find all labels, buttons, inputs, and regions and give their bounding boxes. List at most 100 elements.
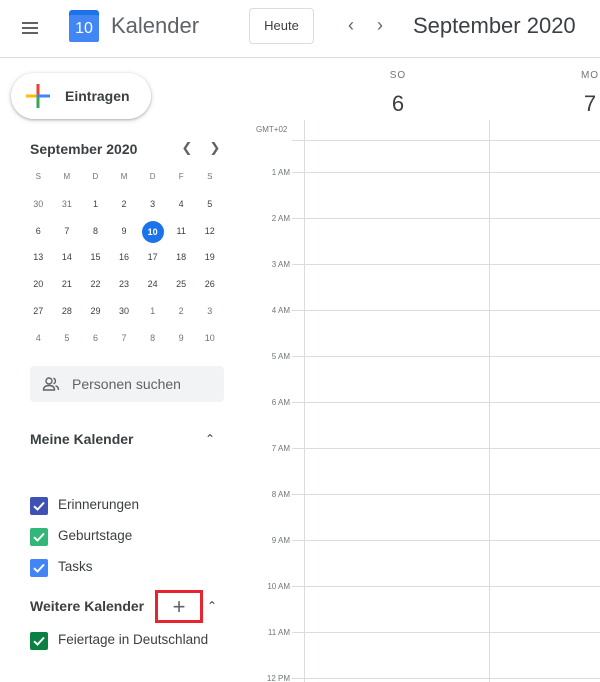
checkbox-checked-icon[interactable] (30, 528, 48, 546)
mini-calendar-day[interactable]: 4 (167, 194, 196, 221)
hour-gridline (292, 356, 600, 357)
create-event-button[interactable]: Eintragen (11, 73, 151, 119)
hour-label: 8 AM (271, 490, 290, 499)
mini-calendar-week: 6 7 8 9 10 11 12 (24, 220, 224, 248)
mini-calendar-day[interactable]: 21 (53, 274, 82, 301)
hour-label: 6 AM (271, 398, 290, 407)
mini-calendar-day[interactable]: 16 (110, 247, 139, 274)
main-menu-icon[interactable] (19, 15, 45, 41)
hour-gridline (292, 448, 600, 449)
hour-label: 9 AM (271, 536, 290, 545)
hour-gridline (292, 172, 600, 173)
people-search-input[interactable]: Personen suchen (30, 366, 224, 402)
mini-calendar-today[interactable]: 10 (138, 220, 167, 248)
hour-label: 10 AM (267, 582, 290, 591)
allday-divider (292, 140, 600, 141)
mini-calendar-day[interactable]: 2 (167, 301, 196, 328)
mini-calendar-day[interactable]: 20 (24, 274, 53, 301)
weekday-label: M (120, 172, 128, 181)
calendar-label: Feiertage in Deutschland (58, 632, 209, 647)
mini-calendar-day[interactable]: 7 (110, 328, 139, 355)
mini-calendar-day[interactable]: 17 (138, 247, 167, 274)
day-number[interactable]: 6 (370, 91, 426, 117)
calendar-logo-icon: 10 (69, 10, 99, 42)
people-icon (42, 377, 60, 391)
checkbox-checked-icon[interactable] (30, 632, 48, 650)
mini-calendar-day[interactable]: 18 (167, 247, 196, 274)
colorful-plus-icon (26, 84, 50, 108)
hour-gridline (292, 310, 600, 311)
mini-calendar-day[interactable]: 11 (167, 221, 196, 248)
mini-calendar-day[interactable]: 10 (195, 328, 224, 355)
mini-calendar-day[interactable]: 9 (110, 221, 139, 248)
mini-calendar-prev-button[interactable]: ❮ (179, 140, 195, 158)
mini-calendar-title: September 2020 (30, 141, 138, 157)
mini-calendar-day[interactable]: 1 (138, 301, 167, 328)
mini-calendar-day[interactable]: 31 (53, 194, 82, 221)
mini-calendar-day[interactable]: 30 (110, 301, 139, 328)
checkbox-checked-icon[interactable] (30, 497, 48, 515)
mini-calendar-day[interactable]: 3 (195, 301, 224, 328)
mini-calendar-day[interactable]: 24 (138, 274, 167, 301)
mini-calendar-day[interactable]: 28 (53, 301, 82, 328)
plus-icon: + (172, 594, 186, 619)
mini-calendar-day[interactable]: 29 (81, 301, 110, 328)
mini-calendar-day[interactable]: 25 (167, 274, 196, 301)
hour-gridline (292, 678, 600, 679)
hour-gridline (292, 586, 600, 587)
create-event-label: Eintragen (65, 88, 130, 104)
mini-calendar-day[interactable]: 1 (81, 194, 110, 221)
mini-calendar-day[interactable]: 7 (53, 221, 82, 248)
mini-calendar-day[interactable]: 12 (195, 221, 224, 248)
today-day-number: 10 (141, 220, 164, 243)
mini-calendar-day[interactable]: 19 (195, 247, 224, 274)
mini-calendar-day[interactable]: 2 (110, 194, 139, 221)
mini-calendar-day[interactable]: 4 (24, 328, 53, 355)
mini-calendar-day[interactable]: 27 (24, 301, 53, 328)
mini-calendar-day[interactable]: 5 (195, 194, 224, 221)
other-calendars-title: Weitere Kalender (30, 598, 145, 614)
mini-calendar-day[interactable]: 8 (81, 221, 110, 248)
hour-gridline (292, 402, 600, 403)
other-calendars-collapse-icon[interactable]: ⌃ (207, 599, 217, 613)
mini-calendar-day[interactable]: 3 (138, 194, 167, 221)
next-period-button[interactable]: › (368, 12, 392, 38)
mini-calendar-day[interactable]: 6 (24, 221, 53, 248)
day-of-week-label: SO (389, 70, 407, 81)
day-column-header-monday[interactable]: MO 7 (562, 70, 600, 117)
hour-label: 3 AM (271, 260, 290, 269)
hour-label: 11 AM (267, 628, 290, 637)
day-of-week-label: MO (580, 70, 600, 81)
mini-calendar-day[interactable]: 22 (81, 274, 110, 301)
hour-label: 2 AM (271, 214, 290, 223)
mini-calendar-day[interactable]: 13 (24, 247, 53, 274)
mini-calendar-day[interactable]: 15 (81, 247, 110, 274)
mini-calendar-week: 30 31 1 2 3 4 5 (24, 194, 224, 221)
mini-calendar-day[interactable]: 26 (195, 274, 224, 301)
my-calendars-collapse-icon[interactable]: ⌃ (205, 432, 215, 446)
hour-label: 12 PM (266, 674, 290, 682)
mini-calendar-day[interactable]: 9 (167, 328, 196, 355)
mini-calendar-day[interactable]: 23 (110, 274, 139, 301)
grid-divider (304, 120, 305, 682)
checkbox-checked-icon[interactable] (30, 559, 48, 577)
hour-gridline (292, 264, 600, 265)
mini-calendar-day[interactable]: 14 (53, 247, 82, 274)
today-button[interactable]: Heute (249, 8, 314, 44)
weekday-label: S (35, 172, 41, 181)
day-column-header-sunday[interactable]: SO 6 (370, 70, 426, 117)
hour-label: 1 AM (271, 168, 290, 177)
mini-calendar-day[interactable]: 8 (138, 328, 167, 355)
mini-calendar-week: 20 21 22 23 24 25 26 (24, 274, 224, 301)
day-number[interactable]: 7 (562, 91, 600, 117)
mini-calendar-day[interactable]: 30 (24, 194, 53, 221)
calendar-label: Geburtstage (58, 528, 133, 543)
mini-calendar-day[interactable]: 5 (53, 328, 82, 355)
previous-period-button[interactable]: ‹ (339, 12, 363, 38)
mini-calendar-next-button[interactable]: ❯ (207, 140, 223, 158)
current-period-title: September 2020 (413, 13, 576, 38)
mini-calendar-weekday-row: S M D M D F S (24, 167, 224, 194)
mini-calendar-day[interactable]: 6 (81, 328, 110, 355)
app-title: Kalender (111, 13, 200, 38)
add-other-calendar-button[interactable]: + (155, 590, 203, 623)
